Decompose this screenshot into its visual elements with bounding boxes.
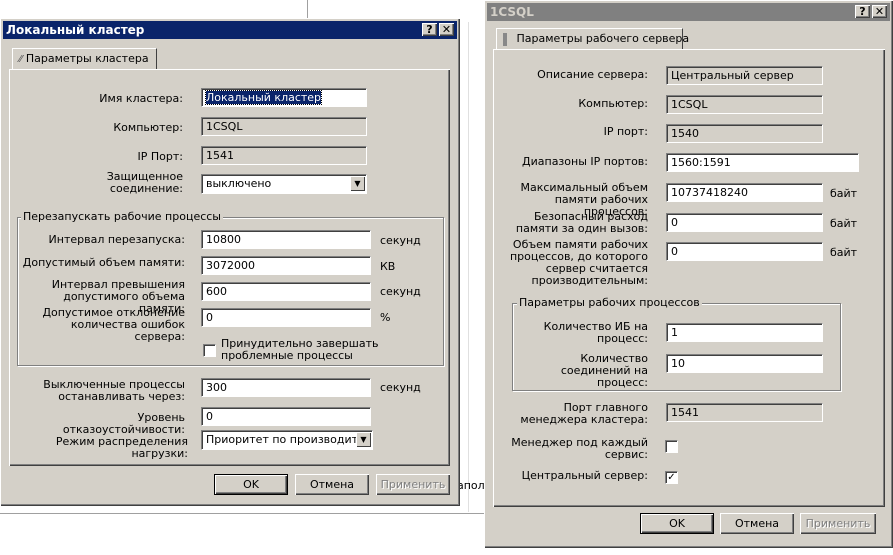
help-button[interactable]: ? xyxy=(855,5,870,18)
ip-port-label: IP Порт: xyxy=(137,150,183,163)
ib-per-process-label: Количество ИБ на процесс: xyxy=(543,320,648,345)
cluster-name-input[interactable]: Локальный кластер xyxy=(201,88,367,107)
allowed-memory-label: Допустимый объем памяти: xyxy=(22,256,185,269)
safe-usage-label: Безопасный расход памяти за один вызов: xyxy=(515,210,648,235)
ok-button[interactable]: OK xyxy=(640,513,714,534)
server-dialog-titlebar[interactable]: 1CSQL ? ✕ xyxy=(487,3,890,21)
secure-connection-label: Защищенное соединение: xyxy=(106,170,183,195)
memory-threshold-input[interactable]: 0 xyxy=(666,242,823,261)
ip-ranges-input[interactable]: 1560:1591 xyxy=(666,153,859,172)
max-memory-input[interactable]: 10737418240 xyxy=(666,183,823,202)
server-properties-dialog: 1CSQL ? ✕ Параметры рабочего сервера Опи… xyxy=(484,0,893,548)
safe-usage-input[interactable]: 0 xyxy=(666,213,823,232)
cluster-tab-icon: ⁄⁄ xyxy=(19,54,23,65)
tab-server-params[interactable]: Параметры рабочего сервера xyxy=(496,28,689,49)
computer-label: Компьютер: xyxy=(113,121,183,134)
ok-button[interactable]: OK xyxy=(214,474,288,495)
chevron-down-icon[interactable]: ▼ xyxy=(350,176,365,191)
disabled-stop-unit: секунд xyxy=(380,381,421,394)
close-button[interactable]: ✕ xyxy=(439,23,454,36)
computer-label: Компьютер: xyxy=(578,97,648,110)
fault-tolerance-input[interactable]: 0 xyxy=(201,407,371,426)
error-deviation-unit: % xyxy=(380,311,391,324)
server-tab-icon xyxy=(503,32,507,46)
ip-port-field: 1541 xyxy=(201,146,367,165)
computer-field: 1CSQL xyxy=(666,95,823,114)
apply-button[interactable]: Применить xyxy=(376,474,450,495)
conn-per-process-input[interactable]: 10 xyxy=(666,354,823,373)
server-dialog-title: 1CSQL xyxy=(490,5,534,19)
computer-field: 1CSQL xyxy=(201,117,367,136)
ip-port-field: 1540 xyxy=(666,124,823,143)
tab-cluster-params[interactable]: ⁄⁄ Параметры кластера xyxy=(12,48,157,69)
description-label: Описание сервера: xyxy=(537,68,648,81)
help-button[interactable]: ? xyxy=(422,23,437,36)
worker-group-title: Параметры рабочих процессов xyxy=(517,296,702,309)
secure-connection-select[interactable]: выключено ▼ xyxy=(201,174,367,194)
secure-connection-value: выключено xyxy=(206,177,272,190)
manager-per-service-label: Менеджер под каждый сервис: xyxy=(511,436,648,461)
cluster-name-label: Имя кластера: xyxy=(99,92,183,105)
background-divider xyxy=(468,22,469,512)
close-button[interactable]: ✕ xyxy=(872,5,887,18)
ib-per-process-input[interactable]: 1 xyxy=(666,323,823,342)
tab-label: Параметры рабочего сервера xyxy=(516,32,690,45)
cluster-dialog-title: Локальный кластер xyxy=(6,23,145,37)
disabled-stop-label: Выключенные процессы останавливать через… xyxy=(43,378,185,403)
error-deviation-input[interactable]: 0 xyxy=(201,308,371,327)
cancel-button[interactable]: Отмена xyxy=(295,474,369,495)
background-divider xyxy=(307,0,308,20)
restart-interval-input[interactable]: 10800 xyxy=(201,230,371,249)
load-mode-label: Режим распределения нагрузки: xyxy=(55,435,188,460)
chevron-down-icon[interactable]: ▼ xyxy=(356,432,371,447)
max-memory-unit: байт xyxy=(830,187,858,200)
ip-port-label: IP порт: xyxy=(603,125,648,138)
background-divider xyxy=(0,513,490,514)
memory-threshold-unit: байт xyxy=(830,246,858,259)
central-server-label: Центральный сервер: xyxy=(521,469,648,482)
fault-tolerance-label: Уровень отказоустойчивости: xyxy=(62,411,185,436)
cluster-dialog-titlebar[interactable]: Локальный кластер ? ✕ xyxy=(3,21,457,39)
restart-group-title: Перезапускать рабочие процессы xyxy=(21,210,223,223)
manager-per-service-checkbox[interactable] xyxy=(665,440,678,453)
description-field: Центральный сервер xyxy=(666,66,823,85)
conn-per-process-label: Количество соединений на процесс: xyxy=(560,352,648,389)
memory-exceed-unit: секунд xyxy=(380,285,421,298)
cluster-properties-dialog: Локальный кластер ? ✕ ⁄⁄ Параметры класт… xyxy=(0,18,460,506)
manager-port-label: Порт главного менеджера кластера: xyxy=(520,401,648,426)
allowed-memory-input[interactable]: 3072000 xyxy=(201,256,371,275)
ip-ranges-label: Диапазоны IP портов: xyxy=(522,155,648,168)
safe-usage-unit: байт xyxy=(830,217,858,230)
memory-threshold-label: Объем памяти рабочих процессов, до котор… xyxy=(509,238,648,287)
tab-label: Параметры кластера xyxy=(25,52,149,65)
restart-interval-label: Интервал перезапуска: xyxy=(48,233,185,246)
force-terminate-label: Принудительно завершать проблемные проце… xyxy=(221,337,379,362)
allowed-memory-unit: КВ xyxy=(380,260,396,273)
load-mode-select[interactable]: Приоритет по производительности ▼ xyxy=(201,430,373,450)
cancel-button[interactable]: Отмена xyxy=(720,513,794,534)
load-mode-value: Приоритет по производительности xyxy=(206,433,372,446)
central-server-checkbox[interactable]: ✓ xyxy=(665,471,678,484)
memory-exceed-input[interactable]: 600 xyxy=(201,282,371,301)
apply-button[interactable]: Применить xyxy=(800,513,876,534)
manager-port-field: 1541 xyxy=(666,403,823,422)
disabled-stop-input[interactable]: 300 xyxy=(201,378,371,397)
force-terminate-checkbox[interactable] xyxy=(203,344,216,357)
error-deviation-label: Допустимое отклонение количества ошибок … xyxy=(42,306,185,343)
restart-interval-unit: секунд xyxy=(380,234,421,247)
